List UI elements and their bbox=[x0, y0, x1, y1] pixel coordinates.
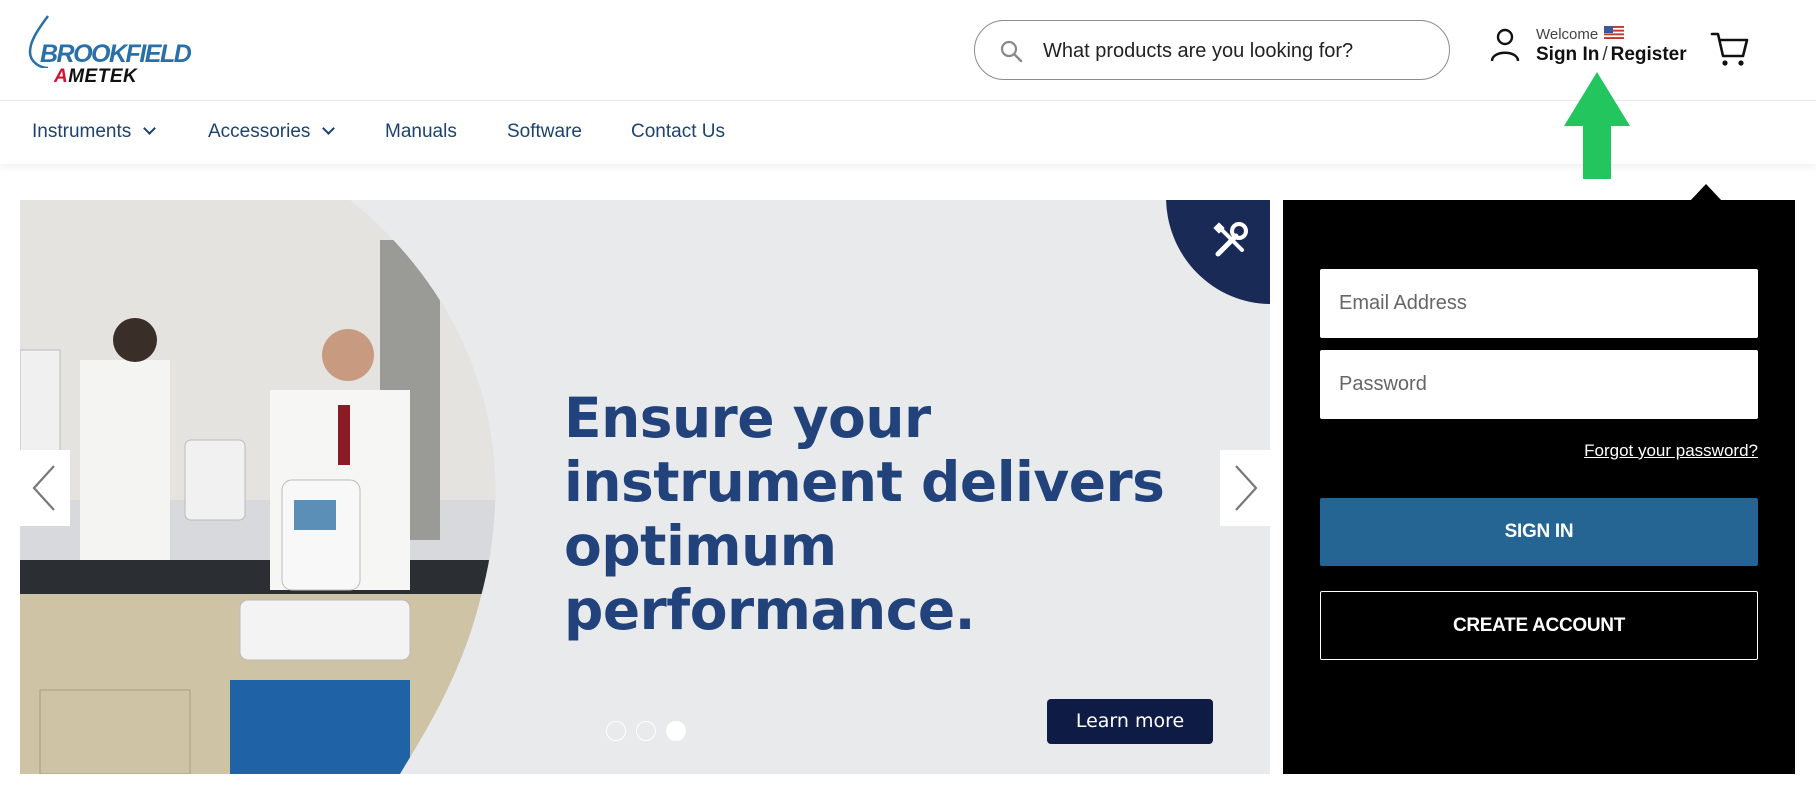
nav-item-contact-us[interactable]: Contact Us bbox=[631, 121, 725, 143]
site-header: BROOKFIELD AMETEK Welcome Sign In/Regist… bbox=[0, 0, 1816, 100]
user-icon[interactable] bbox=[1488, 28, 1522, 64]
chevron-down-icon bbox=[322, 122, 336, 135]
carousel-next-button[interactable] bbox=[1220, 450, 1270, 526]
welcome-text: Welcome bbox=[1536, 26, 1599, 43]
annotation-arrow-icon bbox=[1564, 72, 1630, 179]
account-menu[interactable]: Welcome Sign In / Register bbox=[1488, 24, 1687, 76]
sign-in-link[interactable]: Sign In bbox=[1536, 44, 1599, 65]
sign-in-button[interactable]: SIGN IN bbox=[1320, 498, 1758, 566]
search-icon[interactable] bbox=[999, 39, 1023, 63]
nav-item-software[interactable]: Software bbox=[507, 121, 582, 143]
learn-more-button[interactable]: Learn more bbox=[1047, 699, 1213, 744]
register-link[interactable]: Register bbox=[1611, 44, 1687, 65]
nav-item-accessories[interactable]: Accessories bbox=[208, 121, 336, 143]
login-panel: Forgot your password? SIGN IN CREATE ACC… bbox=[1283, 200, 1795, 774]
carousel-dot-3[interactable] bbox=[666, 721, 686, 741]
carousel-prev-button[interactable] bbox=[20, 450, 70, 526]
carousel-indicators bbox=[606, 721, 696, 741]
nav-item-manuals[interactable]: Manuals bbox=[385, 121, 457, 143]
forgot-password-link[interactable]: Forgot your password? bbox=[1584, 441, 1758, 461]
wrench-screwdriver-icon bbox=[1213, 222, 1248, 257]
login-panel-pointer bbox=[1690, 184, 1722, 201]
search-bar[interactable] bbox=[974, 20, 1450, 80]
logo-company-text: AMETEK bbox=[54, 66, 138, 87]
us-flag-icon[interactable] bbox=[1604, 26, 1624, 39]
email-field[interactable] bbox=[1320, 269, 1758, 338]
chevron-down-icon bbox=[143, 122, 157, 135]
brookfield-ametek-logo[interactable]: BROOKFIELD AMETEK bbox=[26, 14, 192, 88]
carousel-dot-2[interactable] bbox=[636, 721, 656, 741]
carousel-dot-1[interactable] bbox=[606, 721, 626, 741]
chevron-right-icon bbox=[1235, 465, 1258, 511]
main-navigation: Instruments Accessories Manuals Software… bbox=[0, 100, 1816, 164]
password-field[interactable] bbox=[1320, 350, 1758, 419]
shopping-cart-icon[interactable] bbox=[1710, 30, 1750, 68]
logo-brand-text: BROOKFIELD bbox=[40, 40, 192, 68]
sign-in-register-link[interactable]: Sign In / Register bbox=[1536, 44, 1687, 66]
create-account-button[interactable]: CREATE ACCOUNT bbox=[1320, 591, 1758, 660]
search-input[interactable] bbox=[1043, 35, 1423, 67]
hero-headline: Ensure your instrument delivers optimum … bbox=[564, 386, 1165, 642]
hero-carousel: Ensure your instrument delivers optimum … bbox=[20, 200, 1270, 774]
nav-item-instruments[interactable]: Instruments bbox=[32, 121, 157, 143]
chevron-left-icon bbox=[32, 465, 55, 511]
